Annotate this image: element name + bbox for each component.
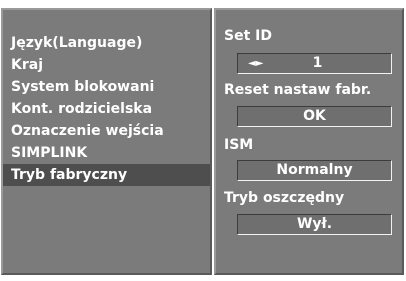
power-save-label: Tryb oszczędny [224, 190, 345, 206]
set-id-value: 1 [312, 55, 323, 71]
set-id-label: Set ID [224, 28, 272, 44]
menu-item-label: Kraj [11, 57, 43, 73]
set-id-stepper[interactable]: ◄► 1 [237, 53, 392, 74]
menu-item-label: Kont. rodzicielska [11, 101, 153, 117]
ism-value: Normalny [276, 162, 353, 178]
menu-item-input-label[interactable]: Oznaczenie wejścia [3, 120, 210, 142]
menu-item-simplink[interactable]: SIMPLINK [3, 142, 210, 164]
ism-select[interactable]: Normalny [237, 160, 392, 181]
tv-menu-screen: Język(Language) Kraj System blokowani Ko… [0, 0, 406, 281]
reset-ok-button[interactable]: OK [237, 106, 392, 127]
menu-item-label: Język(Language) [11, 35, 143, 51]
settings-panel: Set ID ◄► 1 Reset nastaw fabr. OK ISM No… [214, 8, 404, 275]
menu-item-factory-mode[interactable]: Tryb fabryczny [3, 164, 210, 186]
menu-item-lock-system[interactable]: System blokowani [3, 76, 210, 98]
menu-item-parental-control[interactable]: Kont. rodzicielska [3, 98, 210, 120]
ism-label: ISM [224, 137, 254, 153]
menu-item-label: Tryb fabryczny [11, 167, 128, 183]
menu-list: Język(Language) Kraj System blokowani Ko… [3, 32, 210, 186]
reset-ok-label: OK [303, 108, 326, 124]
reset-label: Reset nastaw fabr. [224, 82, 372, 98]
menu-item-label: Oznaczenie wejścia [11, 123, 164, 139]
main-menu-panel: Język(Language) Kraj System blokowani Ko… [1, 8, 212, 275]
menu-item-label: SIMPLINK [11, 145, 88, 161]
power-save-select[interactable]: Wył. [237, 214, 392, 235]
menu-item-label: System blokowani [11, 79, 155, 95]
menu-item-country[interactable]: Kraj [3, 54, 210, 76]
power-save-value: Wył. [296, 216, 333, 232]
left-right-arrows-icon[interactable]: ◄► [248, 54, 263, 73]
menu-item-language[interactable]: Język(Language) [3, 32, 210, 54]
